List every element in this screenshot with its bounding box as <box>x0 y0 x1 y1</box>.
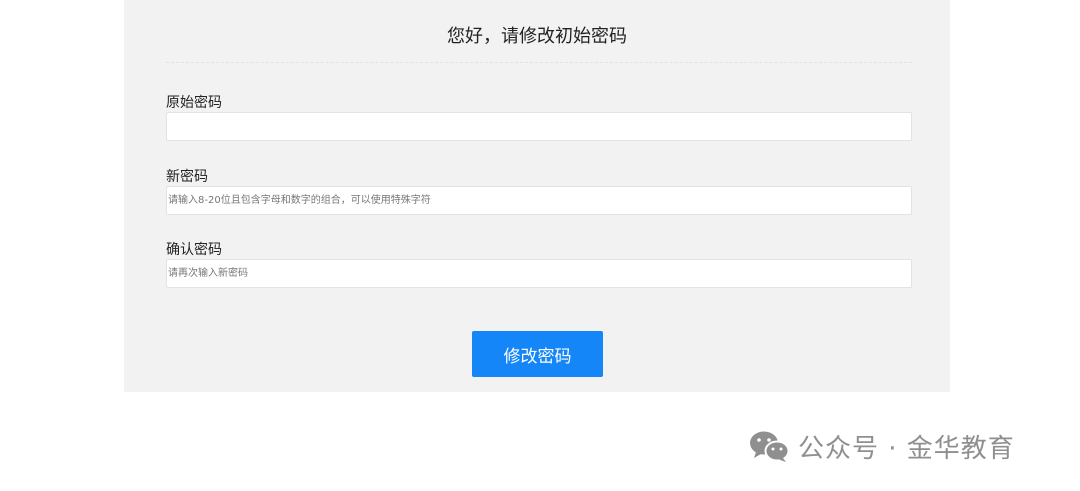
change-password-button[interactable]: 修改密码 <box>472 331 603 377</box>
confirm-password-input[interactable] <box>166 259 912 288</box>
new-password-label: 新密码 <box>166 169 208 185</box>
wechat-icon <box>748 429 790 463</box>
watermark-text: 公众号 · 金华教育 <box>798 433 1015 464</box>
new-password-input[interactable] <box>166 186 912 215</box>
original-password-label: 原始密码 <box>166 95 222 111</box>
confirm-password-label: 确认密码 <box>166 242 222 258</box>
watermark: 公众号 · 金华教育 <box>748 426 1015 466</box>
password-change-panel: 您好，请修改初始密码 原始密码 新密码 确认密码 修改密码 <box>124 0 950 392</box>
original-password-input[interactable] <box>166 112 912 141</box>
title-divider <box>166 62 912 63</box>
page-title: 您好，请修改初始密码 <box>447 26 627 47</box>
